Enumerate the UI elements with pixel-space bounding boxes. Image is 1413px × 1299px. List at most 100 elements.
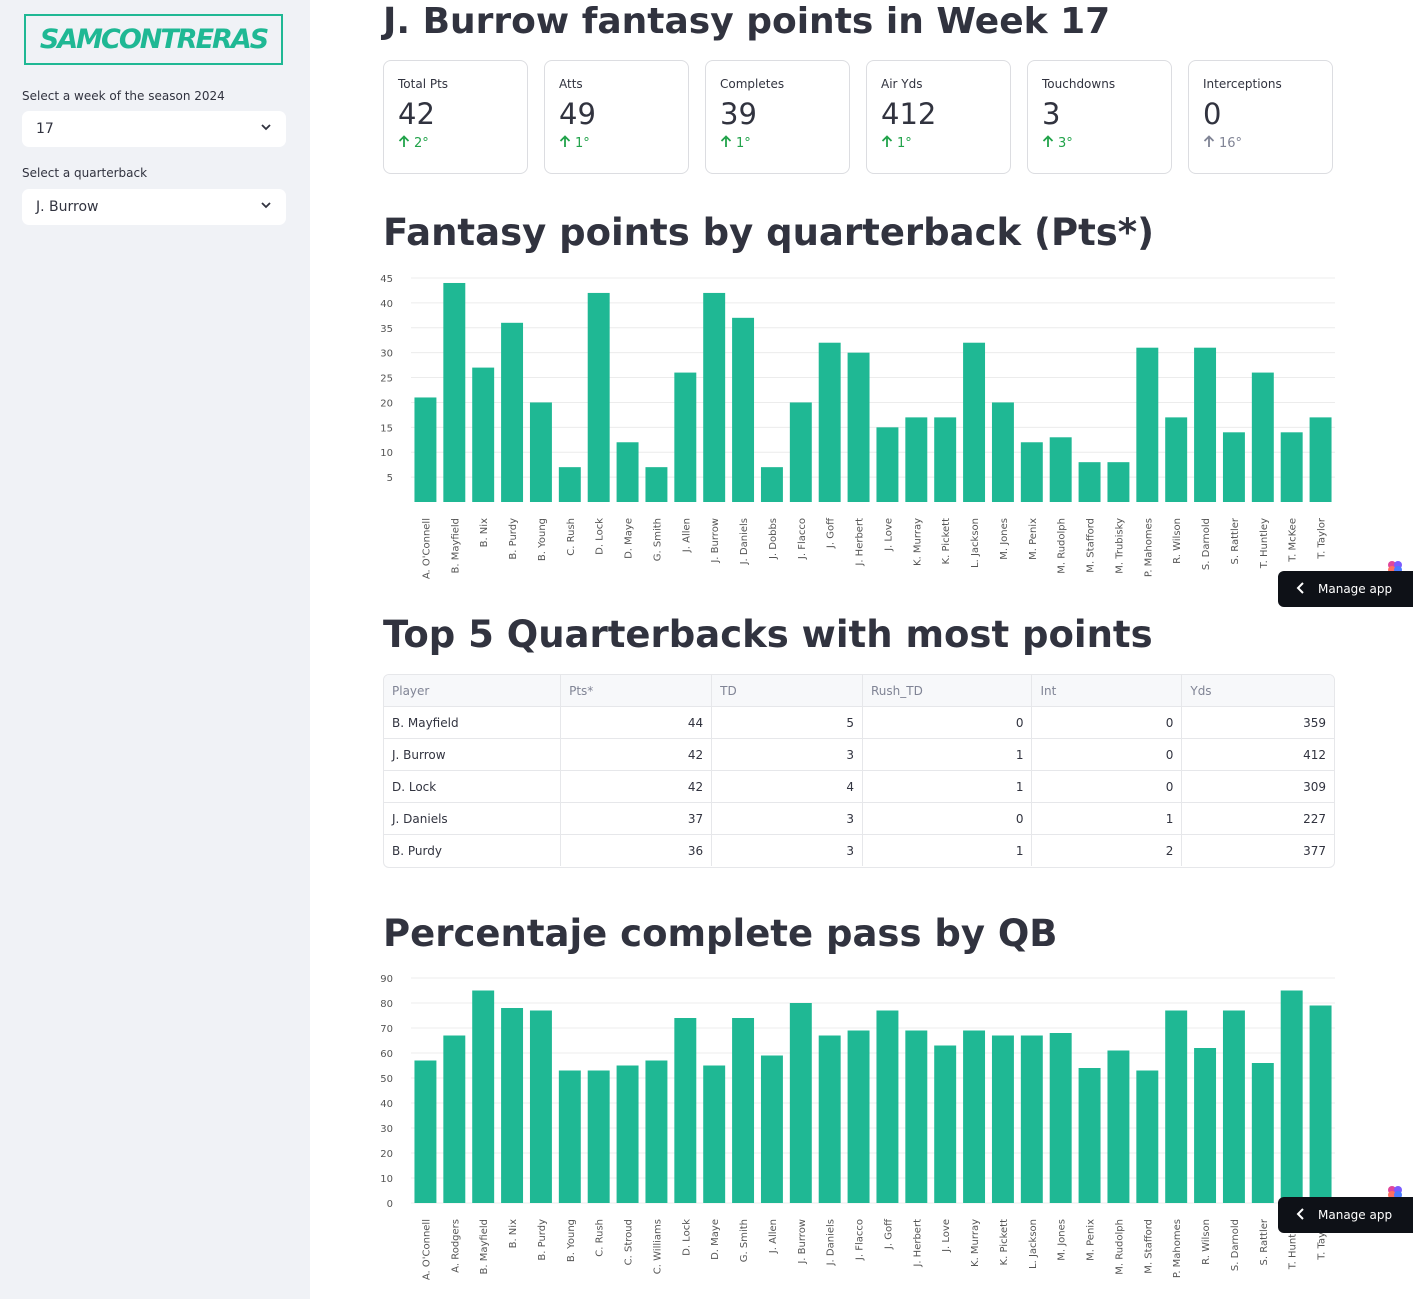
x-tick-label: J. Love	[883, 518, 894, 552]
bar[interactable]	[1049, 437, 1072, 502]
bar[interactable]	[1020, 1035, 1043, 1204]
bar[interactable]	[760, 1055, 783, 1204]
column-header[interactable]: Rush_TD	[862, 675, 1033, 707]
bar[interactable]	[876, 1010, 899, 1204]
bar[interactable]	[1049, 1033, 1072, 1203]
manage-app-button[interactable]: Manage app	[1278, 1197, 1413, 1233]
y-tick-label: 30	[380, 1124, 393, 1135]
column-header[interactable]: Int	[1031, 675, 1183, 707]
bar[interactable]	[1309, 417, 1332, 502]
y-tick-label: 50	[380, 1074, 393, 1085]
y-tick-label: 90	[380, 974, 393, 985]
x-tick-label: M. Trubisky	[1114, 518, 1125, 574]
bar[interactable]	[616, 442, 639, 502]
chart2-heading: Percentaje complete pass by QB	[383, 912, 1058, 955]
bar[interactable]	[818, 1035, 841, 1204]
bar[interactable]	[616, 1065, 639, 1204]
bar[interactable]	[934, 1045, 957, 1204]
bar[interactable]	[443, 1035, 466, 1204]
bar[interactable]	[1280, 990, 1303, 1204]
table-row: D. Lock 42 4 1 0 309	[384, 770, 1334, 803]
bar[interactable]	[501, 1008, 524, 1203]
bar[interactable]	[1020, 442, 1043, 502]
bar[interactable]	[529, 1010, 552, 1204]
column-header[interactable]: Player	[384, 675, 562, 707]
column-header[interactable]: Yds	[1181, 675, 1334, 707]
bar[interactable]	[1165, 1010, 1188, 1204]
x-tick-label: M. Stafford	[1086, 518, 1097, 573]
bar[interactable]	[414, 397, 437, 502]
bar[interactable]	[905, 417, 928, 502]
bar[interactable]	[963, 1030, 986, 1204]
bar[interactable]	[645, 1060, 668, 1204]
bar[interactable]	[1194, 347, 1217, 502]
x-tick-label: J. Allen	[768, 1219, 779, 1254]
bar[interactable]	[1251, 1063, 1274, 1203]
bar[interactable]	[934, 417, 957, 502]
bar[interactable]	[732, 1018, 755, 1203]
bar[interactable]	[847, 352, 870, 502]
bar[interactable]	[1165, 417, 1188, 502]
bar[interactable]	[1222, 1010, 1245, 1204]
bar[interactable]	[847, 1030, 870, 1204]
qb-select[interactable]: J. Burrow	[22, 189, 286, 225]
bar[interactable]	[1136, 347, 1159, 502]
bar[interactable]	[1107, 1050, 1130, 1204]
bar[interactable]	[789, 402, 812, 502]
bar[interactable]	[558, 1070, 581, 1204]
bar[interactable]	[1107, 462, 1130, 502]
bar[interactable]	[529, 402, 552, 502]
table-cell: 4	[711, 770, 863, 803]
bar[interactable]	[818, 342, 841, 502]
bar[interactable]	[991, 1035, 1014, 1204]
bar[interactable]	[876, 427, 899, 502]
bar[interactable]	[472, 367, 495, 502]
y-tick-label: 40	[380, 299, 393, 310]
bar[interactable]	[703, 292, 726, 502]
chart1-heading: Fantasy points by quarterback (Pts*)	[383, 211, 1155, 254]
manage-app-button[interactable]: Manage app	[1278, 571, 1413, 607]
bar[interactable]	[963, 342, 986, 502]
bar[interactable]	[587, 292, 610, 502]
bar[interactable]	[414, 1060, 437, 1204]
bar[interactable]	[1309, 1005, 1332, 1204]
bar[interactable]	[587, 1070, 610, 1204]
bar[interactable]	[1251, 372, 1274, 502]
bar[interactable]	[1222, 432, 1245, 502]
x-tick-label: B. Young	[537, 518, 548, 561]
bar[interactable]	[991, 402, 1014, 502]
bar[interactable]	[674, 1018, 697, 1203]
chevron-down-icon	[260, 121, 272, 137]
arrow-up-icon	[398, 135, 410, 152]
column-header[interactable]: TD	[711, 675, 863, 707]
bar[interactable]	[905, 1030, 928, 1204]
table-cell: 2	[1031, 834, 1183, 866]
bar[interactable]	[1194, 1048, 1217, 1203]
bar[interactable]	[760, 467, 783, 502]
x-tick-label: G. Smith	[652, 518, 663, 561]
arrow-up-icon	[559, 135, 571, 152]
table-cell: 37	[560, 802, 713, 835]
x-tick-label: K. Pickett	[941, 518, 952, 565]
bar[interactable]	[703, 1065, 726, 1204]
table-cell: 309	[1181, 770, 1334, 803]
column-header[interactable]: Pts*	[560, 675, 713, 707]
manage-app-label: Manage app	[1318, 582, 1393, 596]
bar[interactable]	[443, 282, 466, 502]
x-tick-label: M. Rudolph	[1057, 518, 1068, 574]
metric-value: 49	[559, 97, 596, 131]
y-tick-label: 30	[380, 349, 393, 360]
bar[interactable]	[1280, 432, 1303, 502]
bar[interactable]	[501, 322, 524, 502]
bar[interactable]	[789, 1003, 812, 1203]
bar[interactable]	[1136, 1070, 1159, 1204]
bar[interactable]	[732, 317, 755, 502]
bar[interactable]	[1078, 462, 1101, 502]
week-select[interactable]: 17	[22, 111, 286, 147]
bar[interactable]	[472, 990, 495, 1204]
bar[interactable]	[645, 467, 668, 502]
bar[interactable]	[558, 467, 581, 502]
chevron-left-icon	[1296, 1207, 1306, 1223]
bar[interactable]	[1078, 1068, 1101, 1203]
bar[interactable]	[674, 372, 697, 502]
